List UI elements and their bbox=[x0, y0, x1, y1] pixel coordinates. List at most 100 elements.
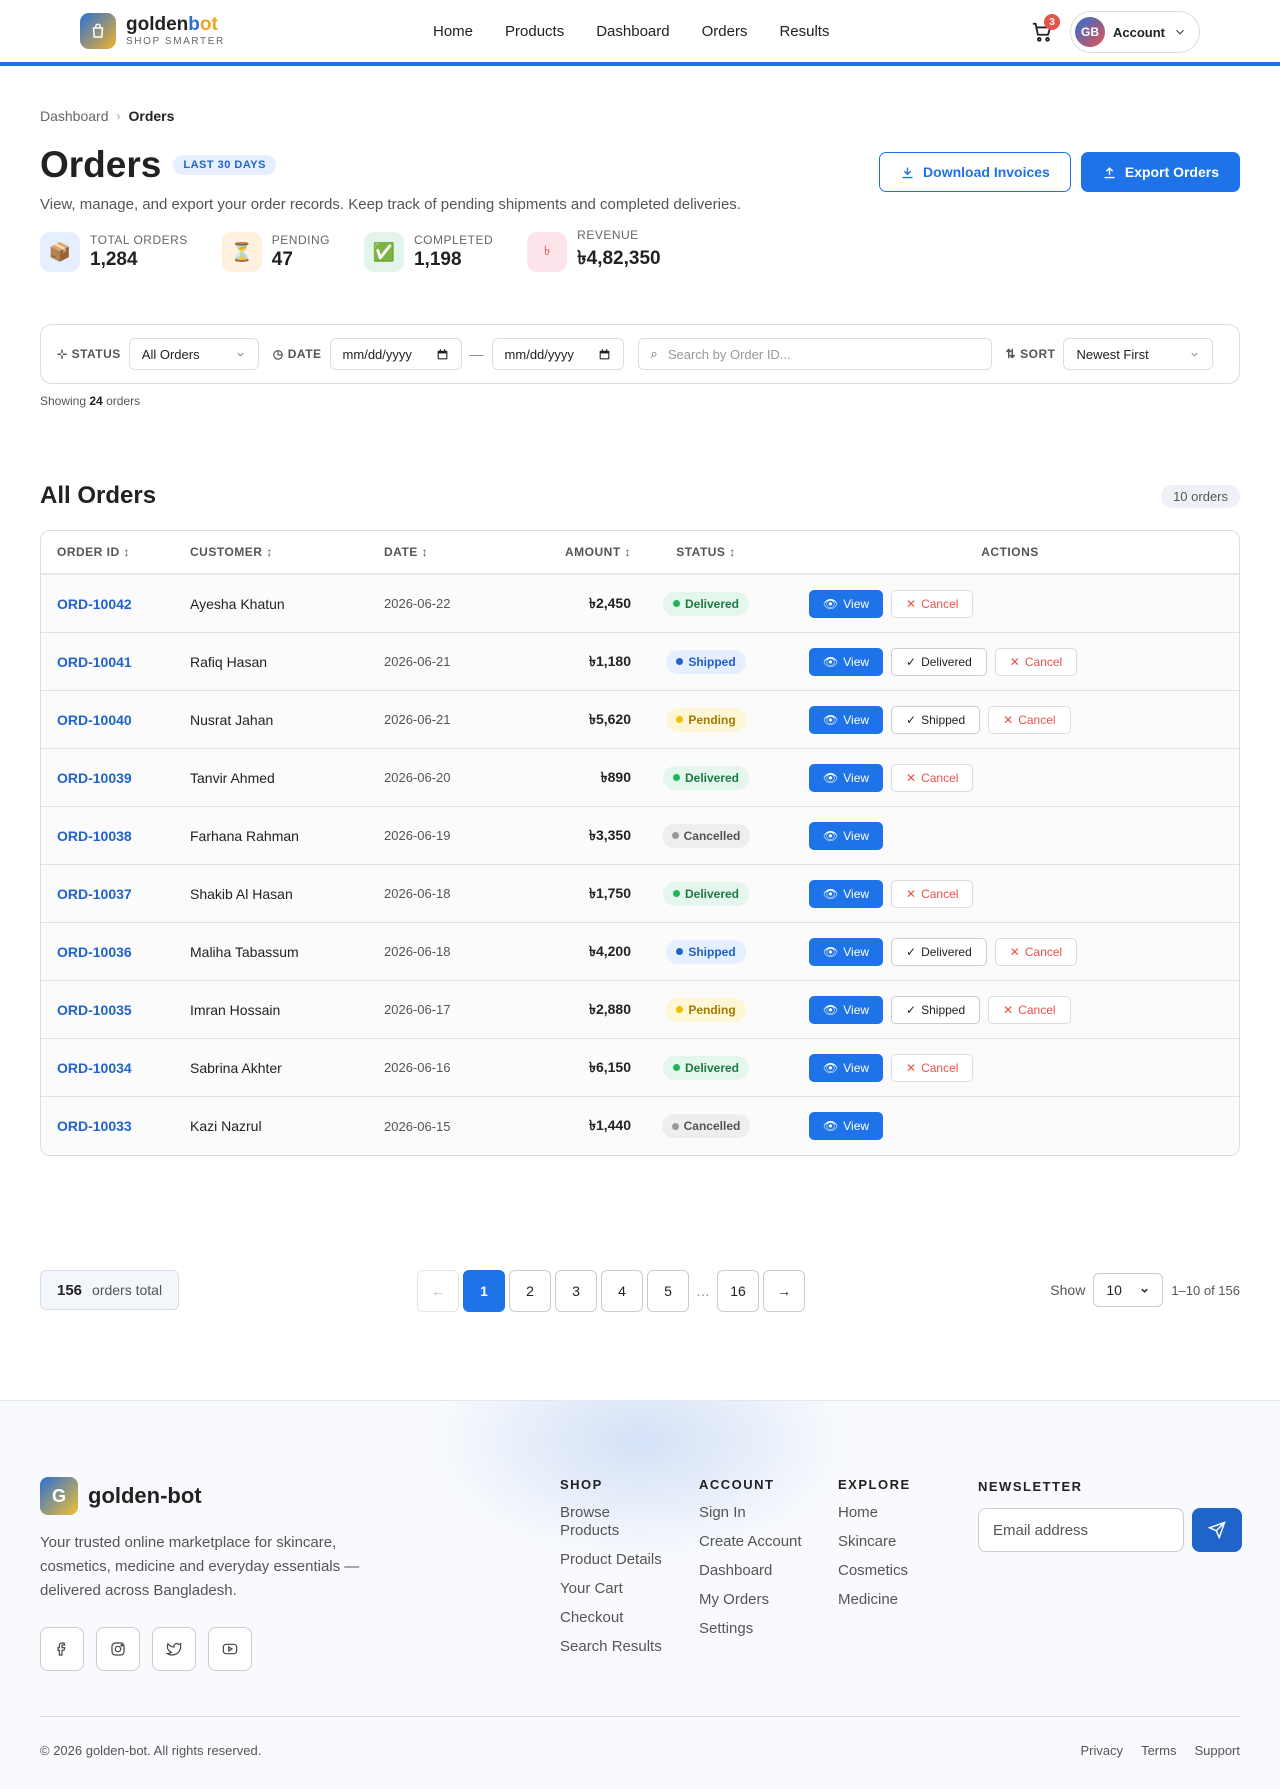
newsletter-email-input[interactable]: Email address bbox=[978, 1508, 1184, 1552]
close-icon: ✕ bbox=[1009, 944, 1020, 959]
view-button[interactable]: 👁 View bbox=[809, 1053, 884, 1082]
customer-name: Ayesha Khatun bbox=[190, 595, 285, 612]
footer-link[interactable]: Home bbox=[838, 1504, 948, 1522]
date-from-input[interactable]: mm/dd/yyyy bbox=[329, 338, 462, 370]
mark-delivered-button[interactable]: ✓ Delivered bbox=[891, 937, 987, 966]
order-id-link[interactable]: ORD-10036 bbox=[57, 944, 132, 960]
brand-logo[interactable]: goldenbot SHOP SMARTER bbox=[80, 13, 225, 49]
customer-name: Maliha Tabassum bbox=[190, 943, 299, 960]
mark-shipped-button[interactable]: ✓ Shipped bbox=[891, 705, 981, 734]
export-orders-button[interactable]: Export Orders bbox=[1080, 152, 1240, 192]
status-badge: Cancelled bbox=[661, 1114, 751, 1138]
order-id-link[interactable]: ORD-10041 bbox=[57, 654, 132, 670]
col-amount[interactable]: AMOUNT ↕ bbox=[514, 545, 631, 559]
cancel-button[interactable]: ✕ Cancel bbox=[891, 879, 974, 908]
footer-link[interactable]: Product Details bbox=[560, 1551, 670, 1569]
page-3-button[interactable]: 3 bbox=[555, 1270, 597, 1312]
footer-link[interactable]: Dashboard bbox=[699, 1562, 819, 1580]
cancel-button[interactable]: ✕ Cancel bbox=[994, 937, 1078, 966]
cancel-button[interactable]: ✕ Cancel bbox=[994, 647, 1078, 676]
page-5-button[interactable]: 5 bbox=[647, 1270, 689, 1312]
order-id-link[interactable]: ORD-10035 bbox=[57, 1002, 132, 1018]
nav-dashboard[interactable]: Dashboard bbox=[596, 23, 669, 40]
privacy-link[interactable]: Privacy bbox=[1080, 1743, 1123, 1758]
newsletter-submit-button[interactable] bbox=[1192, 1508, 1242, 1552]
order-id-link[interactable]: ORD-10033 bbox=[57, 1118, 132, 1134]
cart-button[interactable]: 3 bbox=[1026, 14, 1060, 48]
view-button[interactable]: 👁 View bbox=[809, 1112, 884, 1140]
support-link[interactable]: Support bbox=[1194, 1743, 1240, 1758]
breadcrumb-separator: › bbox=[116, 109, 121, 123]
page-size-select[interactable]: 10 bbox=[1093, 1273, 1164, 1307]
order-id-link[interactable]: ORD-10034 bbox=[57, 1060, 132, 1076]
order-id-link[interactable]: ORD-10039 bbox=[57, 770, 132, 786]
mark-shipped-button[interactable]: ✓ Shipped bbox=[891, 995, 981, 1024]
page-16-button[interactable]: 16 bbox=[717, 1270, 759, 1312]
col-status[interactable]: STATUS ↕ bbox=[631, 545, 781, 559]
cancel-button[interactable]: ✕ Cancel bbox=[891, 1053, 974, 1082]
view-button[interactable]: 👁 View bbox=[809, 705, 884, 734]
view-button[interactable]: 👁 View bbox=[809, 995, 884, 1024]
page-4-button[interactable]: 4 bbox=[601, 1270, 643, 1312]
page-2-button[interactable]: 2 bbox=[509, 1270, 551, 1312]
nav-home[interactable]: Home bbox=[433, 23, 473, 40]
order-id-link[interactable]: ORD-10037 bbox=[57, 886, 132, 902]
prev-page-button[interactable]: ← bbox=[417, 1270, 459, 1312]
youtube-icon[interactable] bbox=[208, 1627, 252, 1671]
nav-products[interactable]: Products bbox=[505, 23, 564, 40]
page-1-button[interactable]: 1 bbox=[463, 1270, 505, 1312]
view-button[interactable]: 👁 View bbox=[809, 763, 884, 792]
cancel-button[interactable]: ✕ Cancel bbox=[891, 763, 974, 792]
nav-orders[interactable]: Orders bbox=[702, 23, 748, 40]
cancel-button[interactable]: ✕ Cancel bbox=[891, 589, 974, 618]
sort-select[interactable]: Newest First bbox=[1063, 338, 1214, 370]
table-row: ORD-10041 Rafiq Hasan 2026-06-21 ৳1,180 Ship… bbox=[41, 633, 1239, 691]
cancel-button[interactable]: ✕ Cancel bbox=[988, 995, 1071, 1024]
footer-link[interactable]: Search Results bbox=[560, 1638, 670, 1656]
view-button[interactable]: 👁 View bbox=[809, 937, 884, 966]
view-button[interactable]: 👁 View bbox=[809, 647, 884, 676]
stat-value: ৳4,82,350 bbox=[577, 248, 661, 269]
breadcrumb-parent[interactable]: Dashboard bbox=[40, 108, 109, 124]
instagram-icon[interactable] bbox=[96, 1627, 140, 1671]
order-id-link[interactable]: ORD-10040 bbox=[57, 712, 132, 728]
order-amount: ৳890 bbox=[600, 768, 631, 785]
footer-link[interactable]: Sign In bbox=[699, 1504, 819, 1522]
facebook-icon[interactable] bbox=[40, 1627, 84, 1671]
download-invoices-button[interactable]: Download Invoices bbox=[879, 152, 1071, 192]
col-customer[interactable]: CUSTOMER ↕ bbox=[190, 545, 384, 559]
nav-results[interactable]: Results bbox=[779, 23, 829, 40]
search-input[interactable]: ⌕ Search by Order ID... bbox=[637, 338, 992, 370]
mark-delivered-button[interactable]: ✓ Delivered bbox=[891, 647, 987, 676]
footer-link[interactable]: Medicine bbox=[838, 1591, 948, 1609]
order-id-link[interactable]: ORD-10042 bbox=[57, 596, 132, 612]
next-page-button[interactable]: → bbox=[763, 1270, 805, 1312]
customer-name: Farhana Rahman bbox=[190, 827, 299, 844]
view-button[interactable]: 👁 View bbox=[809, 879, 884, 908]
col-order-id[interactable]: ORDER ID ↕ bbox=[41, 545, 190, 559]
col-actions: ACTIONS bbox=[981, 545, 1039, 559]
order-date: 2026-06-22 bbox=[384, 596, 451, 611]
col-date[interactable]: DATE ↕ bbox=[384, 545, 514, 559]
footer-link[interactable]: Settings bbox=[699, 1620, 819, 1638]
footer-link[interactable]: Checkout bbox=[560, 1609, 670, 1627]
order-id-link[interactable]: ORD-10038 bbox=[57, 828, 132, 844]
view-button[interactable]: 👁 View bbox=[809, 589, 884, 618]
footer-link[interactable]: Skincare bbox=[838, 1533, 948, 1551]
order-amount: ৳2,450 bbox=[588, 594, 631, 611]
copyright: © 2026 golden-bot. All rights reserved. bbox=[40, 1743, 262, 1758]
row-actions: 👁 View bbox=[781, 1112, 1239, 1140]
terms-link[interactable]: Terms bbox=[1141, 1743, 1176, 1758]
cancel-button[interactable]: ✕ Cancel bbox=[988, 705, 1071, 734]
footer-link[interactable]: Your Cart bbox=[560, 1580, 670, 1598]
footer-link[interactable]: My Orders bbox=[699, 1591, 819, 1609]
account-menu[interactable]: GB Account bbox=[1070, 11, 1200, 53]
date-to-input[interactable]: mm/dd/yyyy bbox=[491, 338, 624, 370]
check-icon: ✓ bbox=[906, 944, 917, 959]
view-button[interactable]: 👁 View bbox=[809, 821, 884, 850]
status-select[interactable]: All Orders bbox=[128, 338, 259, 370]
footer-link[interactable]: Browse Products bbox=[560, 1504, 670, 1540]
footer-link[interactable]: Create Account bbox=[699, 1533, 819, 1551]
twitter-icon[interactable] bbox=[152, 1627, 196, 1671]
footer-link[interactable]: Cosmetics bbox=[838, 1562, 948, 1580]
